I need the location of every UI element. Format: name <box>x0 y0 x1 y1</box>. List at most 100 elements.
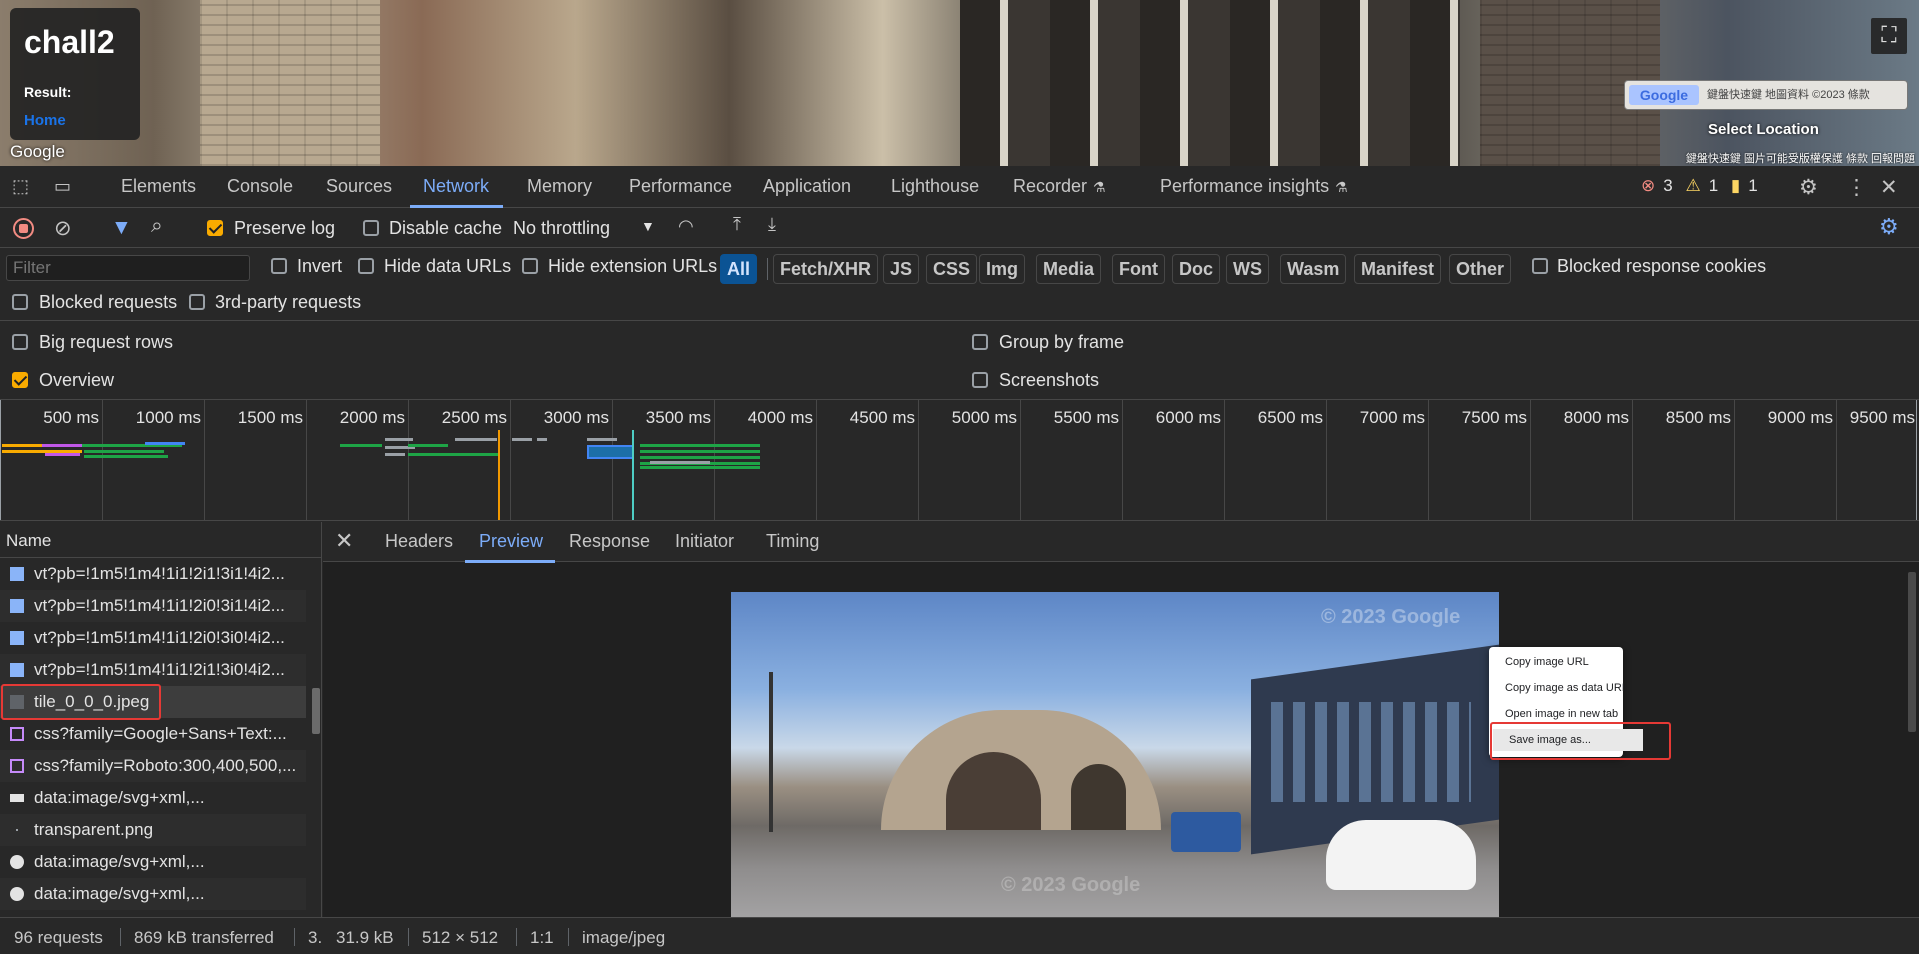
tab-performance[interactable]: Performance <box>629 176 732 197</box>
close-detail-icon[interactable]: ✕ <box>335 528 353 554</box>
tab-elements[interactable]: Elements <box>121 176 196 197</box>
more-options-icon[interactable]: ⋮ <box>1846 175 1867 200</box>
export-har-icon[interactable]: ⤓ <box>768 214 776 235</box>
screenshots-checkbox[interactable] <box>972 372 988 388</box>
tab-recorder[interactable]: Recorder ⚗ <box>1013 176 1106 197</box>
tab-recorder-label: Recorder <box>1013 176 1088 196</box>
street-view-page[interactable]: chall2 Result: Home Google ⛶ Google 鍵盤快速… <box>0 0 1919 166</box>
network-conditions-icon[interactable]: ◠ <box>678 216 694 237</box>
type-filter-img[interactable]: Img <box>979 254 1026 284</box>
third-party-checkbox[interactable] <box>189 294 205 310</box>
tab-sources[interactable]: Sources <box>326 176 392 197</box>
filter-icon[interactable]: ▼ <box>111 216 132 240</box>
request-bar <box>84 455 168 458</box>
issue-counters[interactable]: ⊗ 3 ⚠ 1 ▮ 1 <box>1641 176 1766 196</box>
tab-timing[interactable]: Timing <box>766 531 819 552</box>
type-filter-font[interactable]: Font <box>1112 254 1165 284</box>
request-row[interactable]: vt?pb=!1m5!1m4!1i1!2i1!3i0!4i2... <box>0 654 306 686</box>
tab-preview[interactable]: Preview <box>479 531 543 552</box>
arch-opening <box>1071 764 1126 830</box>
image-preview[interactable]: © 2023 Google © 2023 Google <box>731 592 1499 917</box>
big-request-rows-checkbox[interactable] <box>12 334 28 350</box>
type-filter-media[interactable]: Media <box>1036 254 1102 284</box>
request-row[interactable]: css?family=Google+Sans+Text:... <box>0 718 306 750</box>
overview-timeline[interactable]: 500 ms 1000 ms 1500 ms 2000 ms 2500 ms 3… <box>0 400 1919 521</box>
request-bar <box>45 453 80 456</box>
tick-label: 2500 ms <box>441 408 507 427</box>
overview-checkbox[interactable] <box>12 372 28 388</box>
throttling-select[interactable]: No throttling <box>513 218 610 239</box>
css-file-icon <box>10 727 24 741</box>
stop-recording-icon[interactable] <box>13 218 34 239</box>
menu-item-copy-image-url[interactable]: Copy image URL <box>1489 651 1623 673</box>
type-filter-js[interactable]: JS <box>883 254 920 284</box>
type-filter-wasm[interactable]: Wasm <box>1280 254 1347 284</box>
fullscreen-icon[interactable]: ⛶ <box>1871 18 1907 54</box>
tab-initiator[interactable]: Initiator <box>675 531 734 552</box>
request-row[interactable]: vt?pb=!1m5!1m4!1i1!2i0!3i1!4i2... <box>0 590 306 622</box>
hide-data-urls-checkbox[interactable] <box>358 258 374 274</box>
clear-icon[interactable]: ⊘ <box>54 216 72 241</box>
group-by-frame-checkbox[interactable] <box>972 334 988 350</box>
tab-headers[interactable]: Headers <box>385 531 453 552</box>
tab-network[interactable]: Network <box>423 176 489 197</box>
request-bar <box>42 444 82 447</box>
image-file-size: 31.9 kB <box>336 928 394 947</box>
request-row[interactable]: css?family=Roboto:300,400,500,... <box>0 750 306 782</box>
scrollbar-thumb[interactable] <box>312 688 320 734</box>
request-row[interactable]: data:image/svg+xml,... <box>0 878 306 910</box>
blocked-response-cookies-checkbox[interactable] <box>1532 258 1548 274</box>
request-list-scrollbar[interactable] <box>310 558 321 915</box>
preserve-log-checkbox[interactable] <box>207 220 223 236</box>
type-filter-other[interactable]: Other <box>1449 254 1512 284</box>
type-filter-manifest[interactable]: Manifest <box>1354 254 1442 284</box>
detail-active-tab-indicator <box>465 560 555 563</box>
warning-icon: ⚠ <box>1685 176 1701 195</box>
close-devtools-icon[interactable]: ✕ <box>1880 175 1898 200</box>
select-location-label[interactable]: Select Location <box>1708 121 1819 138</box>
menu-item-copy-image-data-uri[interactable]: Copy image as data URI <box>1489 677 1625 699</box>
invert-checkbox[interactable] <box>271 258 287 274</box>
type-filter-css[interactable]: CSS <box>926 254 978 284</box>
tab-console[interactable]: Console <box>227 176 293 197</box>
filter-input[interactable] <box>6 255 250 281</box>
home-link[interactable]: Home <box>24 112 66 129</box>
tab-application[interactable]: Application <box>763 176 851 197</box>
name-column-header[interactable]: Name <box>0 522 321 558</box>
request-row[interactable]: data:image/svg+xml,... <box>0 782 306 814</box>
request-row[interactable]: vt?pb=!1m5!1m4!1i1!2i0!3i0!4i2... <box>0 622 306 654</box>
search-icon[interactable]: ⌕ <box>151 214 163 238</box>
network-settings-icon[interactable]: ⚙ <box>1879 214 1899 240</box>
image-file-icon <box>10 631 24 645</box>
tab-memory[interactable]: Memory <box>527 176 592 197</box>
preview-scrollbar[interactable] <box>1906 562 1918 917</box>
settings-gear-icon[interactable]: ⚙ <box>1799 175 1818 200</box>
type-filter-doc[interactable]: Doc <box>1172 254 1221 284</box>
tab-response[interactable]: Response <box>569 531 650 552</box>
name-column-label: Name <box>6 531 52 550</box>
map-attribution: 鍵盤快速鍵 圖片可能受版權保護 條款 回報問題 <box>1685 153 1915 165</box>
type-filter-all[interactable]: All <box>720 254 758 284</box>
inspect-element-icon[interactable]: ⬚ <box>12 176 29 197</box>
hide-extension-urls-checkbox[interactable] <box>522 258 538 274</box>
grid-line <box>816 400 817 520</box>
chevron-down-icon[interactable]: ▼ <box>641 218 655 234</box>
blocked-requests-checkbox[interactable] <box>12 294 28 310</box>
request-row[interactable]: transparent.png <box>0 814 306 846</box>
disable-cache-checkbox[interactable] <box>363 220 379 236</box>
request-row[interactable]: vt?pb=!1m5!1m4!1i1!2i1!3i1!4i2... <box>0 558 306 590</box>
disable-cache-label: Disable cache <box>389 218 503 238</box>
tab-performance-insights[interactable]: Performance insights ⚗ <box>1160 176 1348 197</box>
request-name: data:image/svg+xml,... <box>34 852 205 871</box>
scrollbar-thumb[interactable] <box>1908 572 1916 732</box>
request-row[interactable]: data:image/svg+xml,... <box>0 846 306 878</box>
device-toolbar-icon[interactable]: ▭ <box>54 176 71 197</box>
request-name: vt?pb=!1m5!1m4!1i1!2i0!3i1!4i2... <box>34 596 285 615</box>
type-filter-ws[interactable]: WS <box>1226 254 1269 284</box>
issue-icon: ▮ <box>1730 176 1741 195</box>
tab-lighthouse[interactable]: Lighthouse <box>891 176 979 197</box>
import-har-icon[interactable]: ⤒ <box>733 214 741 235</box>
request-bar <box>84 450 164 453</box>
type-filter-fetch-xhr[interactable]: Fetch/XHR <box>773 254 879 284</box>
minimap[interactable]: Google 鍵盤快速鍵 地圖資料 ©2023 條款 <box>1624 80 1908 110</box>
